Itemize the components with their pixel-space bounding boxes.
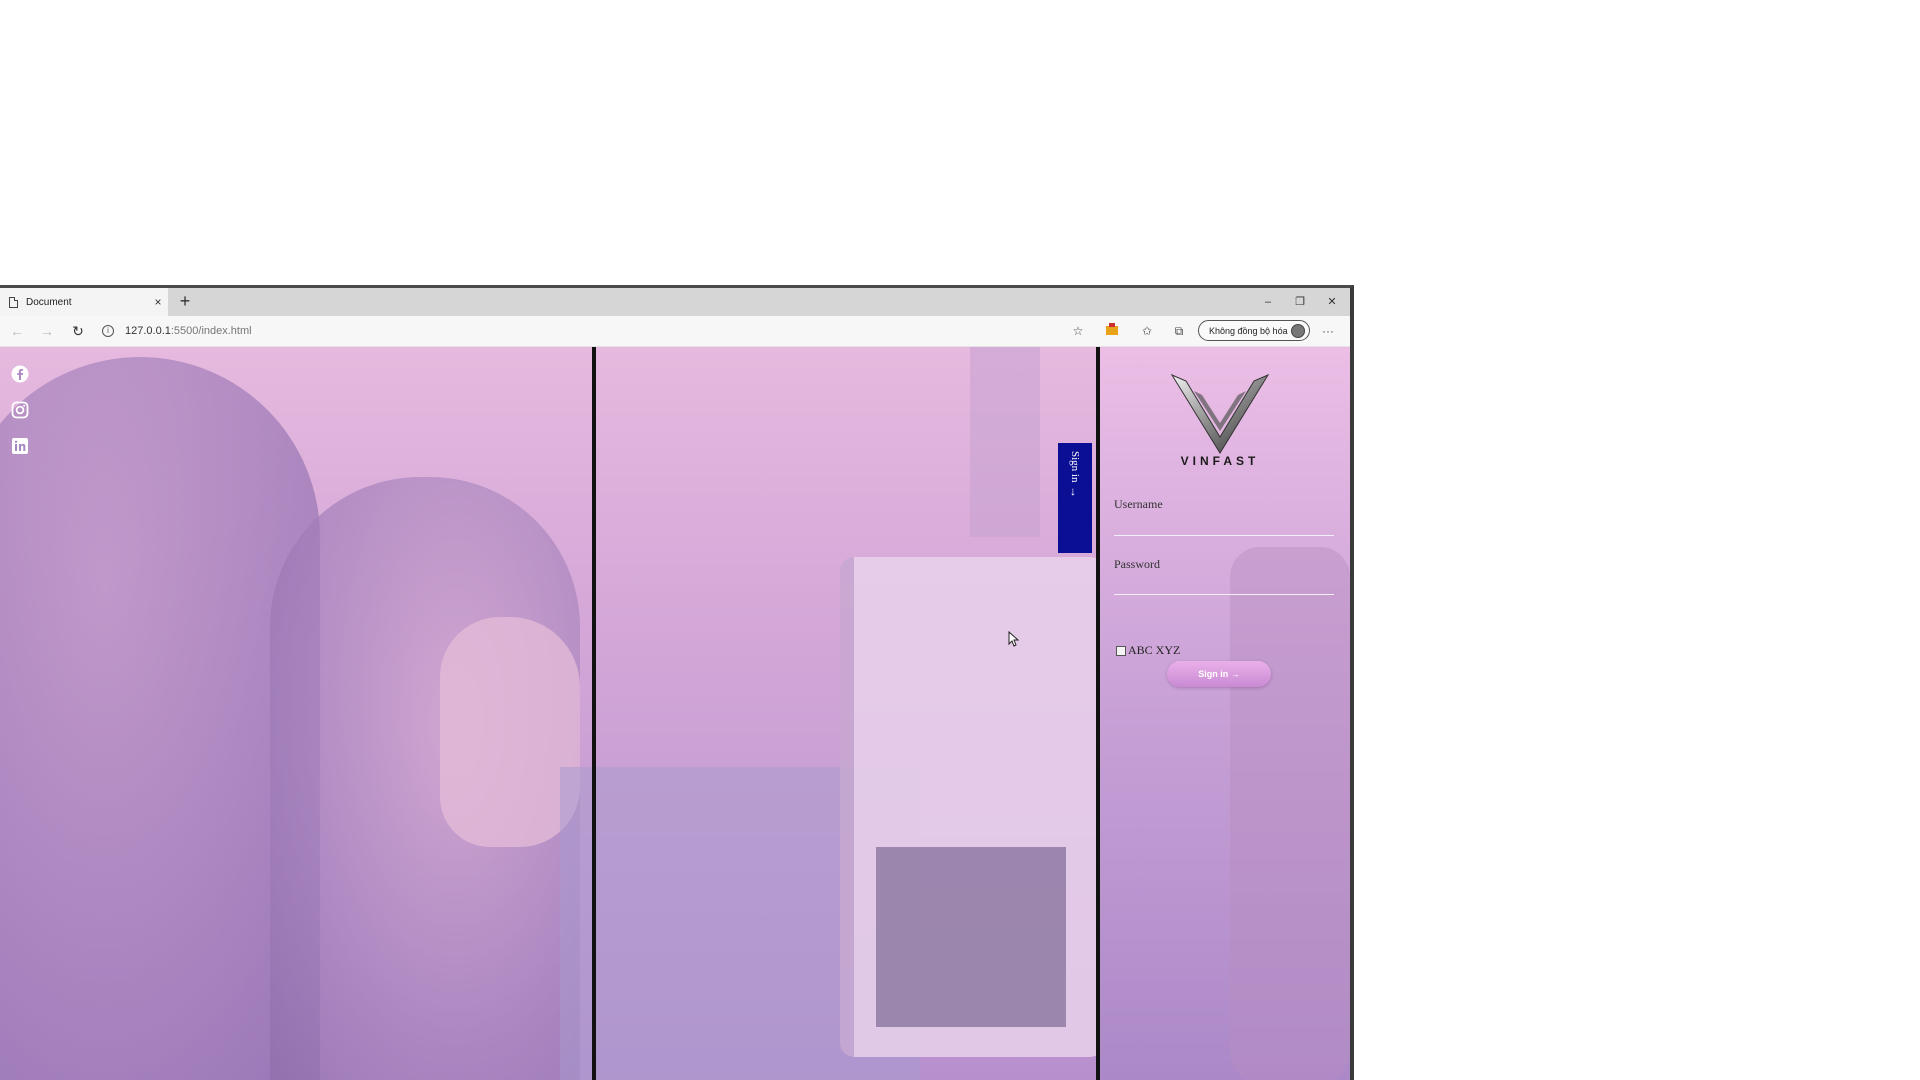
forward-button[interactable]: → — [36, 320, 58, 342]
avatar-icon — [1291, 323, 1305, 338]
favorites-icon[interactable]: ✩ — [1137, 321, 1157, 341]
background-photo-screen — [876, 847, 1066, 1027]
extension-icon[interactable] — [1102, 321, 1122, 341]
tab-close-button[interactable]: × — [148, 295, 168, 309]
username-input[interactable] — [1114, 513, 1334, 536]
remember-label: ABC XYZ — [1128, 643, 1181, 657]
sign-in-side-tab-label: Sign in — [1069, 451, 1081, 483]
sync-label: Không đồng bộ hóa — [1209, 325, 1288, 336]
tab-title: Document — [26, 296, 72, 308]
brand-wordmark: VINFAST — [1180, 454, 1260, 468]
password-label: Password — [1114, 557, 1161, 571]
url-text: 127.0.0.1:5500/index.html — [125, 325, 252, 337]
mouse-cursor-icon — [1008, 631, 1020, 647]
refresh-button[interactable]: ↻ — [67, 320, 89, 342]
sign-in-side-tab[interactable]: Sign in → — [1058, 443, 1092, 553]
info-icon[interactable]: i — [102, 325, 114, 337]
linkedin-icon[interactable] — [11, 437, 29, 455]
minimize-button[interactable]: – — [1252, 288, 1284, 316]
panel-divider — [1096, 347, 1100, 1080]
address-bar[interactable]: i 127.0.0.1:5500/index.html — [102, 322, 1092, 340]
username-label: Username — [1114, 497, 1163, 511]
password-input[interactable] — [1114, 572, 1334, 595]
url-path: :5500/index.html — [170, 325, 252, 337]
arrow-icon: → — [1068, 486, 1082, 499]
browser-window: Document × + – ❐ ✕ ← → ↻ i 127.0.0.1:550… — [0, 285, 1354, 1080]
profile-sync-button[interactable]: Không đồng bộ hóa — [1198, 320, 1310, 341]
background-photo-shape — [1230, 547, 1350, 1080]
remember-checkbox[interactable]: ABC XYZ — [1116, 643, 1180, 658]
document-icon — [9, 296, 18, 308]
page-content: Sign in → VINFAST Username Password ABC … — [0, 347, 1350, 1080]
tab-bar: Document × + – ❐ ✕ — [0, 288, 1350, 316]
tab-document[interactable]: Document × — [0, 288, 168, 316]
sign-in-button[interactable]: Sign in → — [1167, 661, 1271, 687]
maximize-button[interactable]: ❐ — [1284, 288, 1316, 316]
facebook-icon[interactable] — [11, 365, 29, 383]
instagram-icon[interactable] — [11, 401, 29, 419]
more-menu-icon[interactable]: ··· — [1318, 321, 1338, 341]
url-host: 127.0.0.1 — [125, 325, 171, 337]
address-toolbar: ← → ↻ i 127.0.0.1:5500/index.html ☆ ✩ ⧉ … — [0, 316, 1350, 347]
collections-icon[interactable]: ⧉ — [1169, 321, 1189, 341]
back-button[interactable]: ← — [6, 320, 28, 342]
background-photo-pillar — [970, 347, 1040, 537]
background-photo-face — [440, 617, 580, 847]
new-tab-button[interactable]: + — [174, 290, 196, 312]
close-window-button[interactable]: ✕ — [1316, 288, 1348, 316]
panel-divider — [592, 347, 596, 1080]
favorite-star-icon[interactable]: ☆ — [1068, 321, 1088, 341]
checkbox[interactable] — [1116, 645, 1126, 656]
